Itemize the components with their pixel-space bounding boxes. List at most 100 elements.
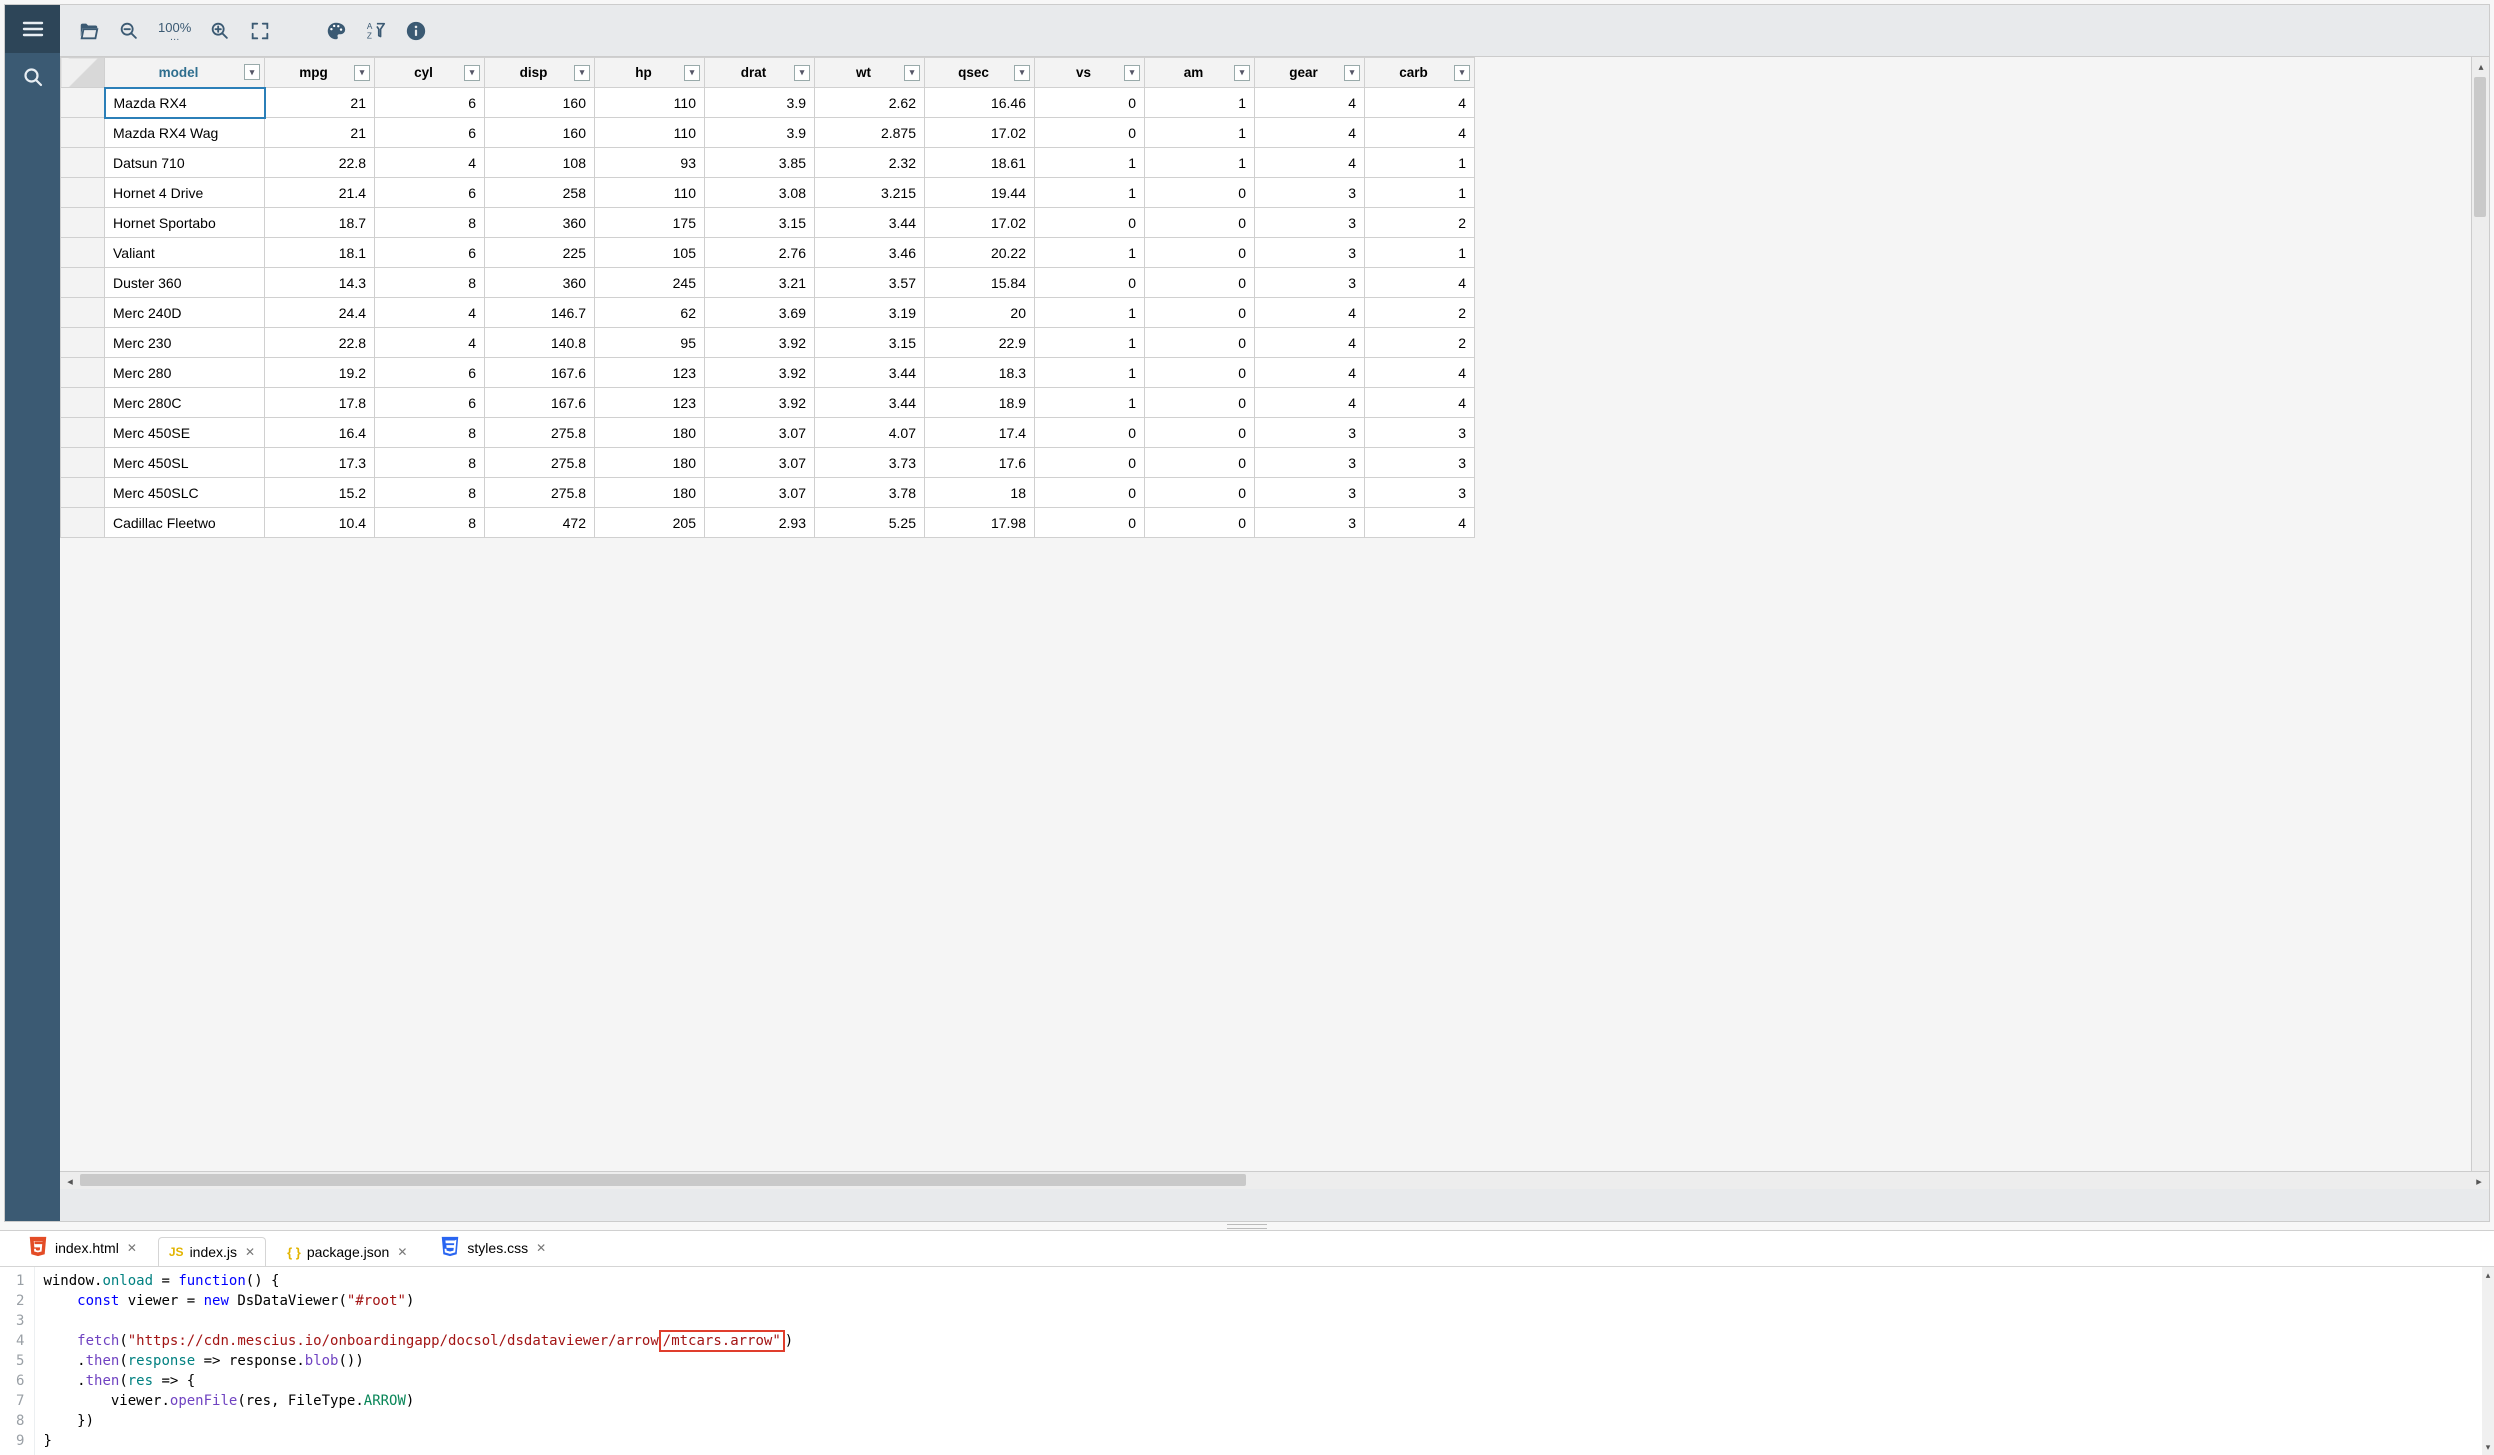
table-row[interactable]: Merc 28019.26167.61233.923.4418.31044: [61, 358, 1475, 388]
row-header[interactable]: [61, 238, 105, 268]
cell[interactable]: 360: [485, 268, 595, 298]
cell[interactable]: 21: [265, 88, 375, 118]
cell[interactable]: 3.44: [815, 388, 925, 418]
cell[interactable]: 3.15: [815, 328, 925, 358]
cell[interactable]: 1: [1145, 88, 1255, 118]
cell[interactable]: 8: [375, 448, 485, 478]
hscroll-thumb[interactable]: [80, 1174, 1246, 1186]
cell[interactable]: 105: [595, 238, 705, 268]
cell[interactable]: Merc 240D: [105, 298, 265, 328]
cell[interactable]: 17.02: [925, 118, 1035, 148]
cell[interactable]: 6: [375, 238, 485, 268]
cell[interactable]: 3.08: [705, 178, 815, 208]
close-icon[interactable]: ✕: [536, 1241, 546, 1255]
cell[interactable]: 0: [1145, 208, 1255, 238]
cell[interactable]: 17.8: [265, 388, 375, 418]
column-header-wt[interactable]: wt▾: [815, 58, 925, 88]
row-header[interactable]: [61, 298, 105, 328]
cell[interactable]: 16.4: [265, 418, 375, 448]
cell[interactable]: 167.6: [485, 388, 595, 418]
cell[interactable]: 8: [375, 478, 485, 508]
cell[interactable]: 3.07: [705, 418, 815, 448]
table-row[interactable]: Merc 450SE16.48275.81803.074.0717.40033: [61, 418, 1475, 448]
column-header-model[interactable]: model▾: [105, 58, 265, 88]
filter-dropdown-icon[interactable]: ▾: [244, 64, 260, 80]
cell[interactable]: 180: [595, 478, 705, 508]
row-header[interactable]: [61, 268, 105, 298]
cell[interactable]: 275.8: [485, 418, 595, 448]
cell[interactable]: 2: [1365, 298, 1475, 328]
cell[interactable]: 6: [375, 358, 485, 388]
cell[interactable]: 4: [1255, 298, 1365, 328]
table-row[interactable]: Mazda RX42161601103.92.6216.460144: [61, 88, 1475, 118]
scroll-left-icon[interactable]: ◂: [62, 1173, 78, 1189]
cell[interactable]: 258: [485, 178, 595, 208]
column-header-hp[interactable]: hp▾: [595, 58, 705, 88]
row-header[interactable]: [61, 388, 105, 418]
cell[interactable]: 205: [595, 508, 705, 538]
cell[interactable]: 3.46: [815, 238, 925, 268]
cell[interactable]: 1: [1035, 328, 1145, 358]
cell[interactable]: Merc 450SLC: [105, 478, 265, 508]
cell[interactable]: 0: [1035, 508, 1145, 538]
cell[interactable]: 2: [1365, 328, 1475, 358]
column-header-qsec[interactable]: qsec▾: [925, 58, 1035, 88]
cell[interactable]: 2.76: [705, 238, 815, 268]
cell[interactable]: 4: [1255, 388, 1365, 418]
cell[interactable]: 1: [1035, 148, 1145, 178]
cell[interactable]: 8: [375, 418, 485, 448]
cell[interactable]: 1: [1035, 178, 1145, 208]
cell[interactable]: 5.25: [815, 508, 925, 538]
cell[interactable]: 3.69: [705, 298, 815, 328]
table-row[interactable]: Merc 450SL17.38275.81803.073.7317.60033: [61, 448, 1475, 478]
cell[interactable]: Mazda RX4: [105, 88, 265, 118]
cell[interactable]: 0: [1035, 118, 1145, 148]
cell[interactable]: 3.15: [705, 208, 815, 238]
column-header-am[interactable]: am▾: [1145, 58, 1255, 88]
cell[interactable]: Merc 450SE: [105, 418, 265, 448]
cell[interactable]: 3: [1365, 448, 1475, 478]
cell[interactable]: 0: [1145, 328, 1255, 358]
cell[interactable]: 0: [1145, 238, 1255, 268]
cell[interactable]: 108: [485, 148, 595, 178]
cell[interactable]: Cadillac Fleetwo: [105, 508, 265, 538]
cell[interactable]: 3: [1255, 478, 1365, 508]
cell[interactable]: 275.8: [485, 448, 595, 478]
cell[interactable]: 180: [595, 418, 705, 448]
table-row[interactable]: Mazda RX4 Wag2161601103.92.87517.020144: [61, 118, 1475, 148]
row-header[interactable]: [61, 148, 105, 178]
cell[interactable]: Merc 450SL: [105, 448, 265, 478]
cell[interactable]: 17.4: [925, 418, 1035, 448]
cell[interactable]: 140.8: [485, 328, 595, 358]
pane-divider[interactable]: [0, 1222, 2494, 1230]
cell[interactable]: 167.6: [485, 358, 595, 388]
cell[interactable]: Mazda RX4 Wag: [105, 118, 265, 148]
cell[interactable]: 0: [1145, 418, 1255, 448]
editor-tab-index-js[interactable]: JSindex.js✕: [158, 1237, 266, 1266]
scroll-right-icon[interactable]: ▸: [2471, 1173, 2487, 1189]
cell[interactable]: 0: [1145, 268, 1255, 298]
cell[interactable]: 4: [1365, 118, 1475, 148]
close-icon[interactable]: ✕: [245, 1245, 255, 1259]
cell[interactable]: 8: [375, 208, 485, 238]
table-row[interactable]: Valiant18.162251052.763.4620.221031: [61, 238, 1475, 268]
column-header-vs[interactable]: vs▾: [1035, 58, 1145, 88]
cell[interactable]: 3.9: [705, 118, 815, 148]
cell[interactable]: 16.46: [925, 88, 1035, 118]
table-row[interactable]: Duster 36014.383602453.213.5715.840034: [61, 268, 1475, 298]
cell[interactable]: 4.07: [815, 418, 925, 448]
cell[interactable]: 180: [595, 448, 705, 478]
filter-dropdown-icon[interactable]: ▾: [1344, 65, 1360, 81]
zoom-out-button[interactable]: [118, 5, 140, 56]
info-button[interactable]: [405, 5, 427, 56]
cell[interactable]: 2: [1365, 208, 1475, 238]
cell[interactable]: 24.4: [265, 298, 375, 328]
cell[interactable]: 160: [485, 88, 595, 118]
cell[interactable]: 1: [1035, 358, 1145, 388]
cell[interactable]: 360: [485, 208, 595, 238]
cell[interactable]: 3.07: [705, 478, 815, 508]
cell[interactable]: 19.2: [265, 358, 375, 388]
filter-dropdown-icon[interactable]: ▾: [354, 65, 370, 81]
close-icon[interactable]: ✕: [397, 1245, 407, 1259]
table-row[interactable]: Merc 280C17.86167.61233.923.4418.91044: [61, 388, 1475, 418]
